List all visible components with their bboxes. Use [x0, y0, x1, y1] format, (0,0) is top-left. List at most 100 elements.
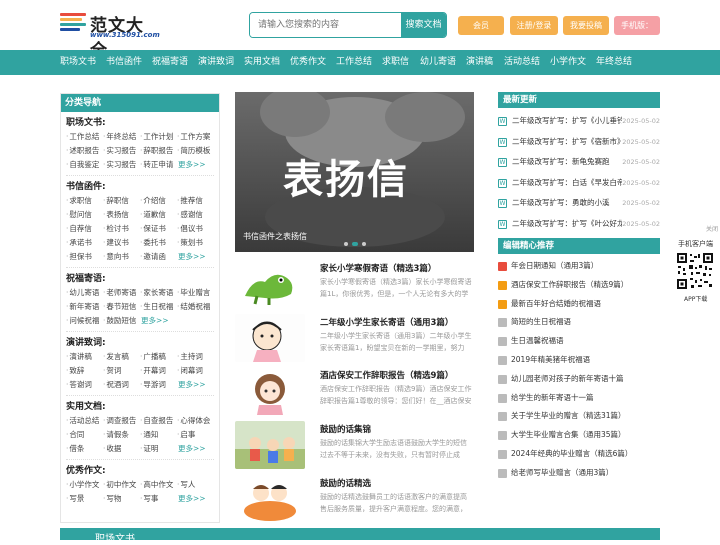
category-link[interactable]: 春节短信: [103, 300, 140, 314]
recommend-item[interactable]: 年会日期通知（通用3篇）: [498, 257, 660, 276]
nav-item[interactable]: 工作总结: [336, 50, 372, 75]
category-link[interactable]: 写物: [103, 492, 140, 506]
category-link[interactable]: 道歉信: [140, 208, 177, 222]
article-title[interactable]: 鼓励的话精选: [320, 477, 371, 489]
latest-item[interactable]: W 二年级改写扩写：新龟兔赛跑 2025-05-02: [498, 152, 660, 173]
category-link[interactable]: 自荐信: [66, 222, 103, 236]
article-item[interactable]: 酒店保安工作辞职报告（精选9篇） 酒店保安工作辞职报告（精选9篇）酒店保安工作辞职…: [235, 367, 474, 415]
recommend-item[interactable]: 给学生的新年寄语十一篇: [498, 389, 660, 408]
category-link[interactable]: 担保书: [66, 250, 103, 264]
recommend-item-title[interactable]: 2019年精美猪年祝福语: [511, 351, 590, 370]
nav-item[interactable]: 祝福寄语: [152, 50, 188, 75]
category-link[interactable]: 慰问信: [66, 208, 103, 222]
recommend-item[interactable]: 2024年经典的毕业赠言（精选6篇）: [498, 445, 660, 464]
more-link[interactable]: 更多>>: [177, 442, 214, 456]
category-link[interactable]: 发言稿: [103, 350, 140, 364]
article-thumbnail[interactable]: [235, 421, 305, 469]
latest-item-title[interactable]: 二年级改写扩写：扩写《小儿垂钓》: [512, 111, 622, 132]
more-link[interactable]: 更多>>: [177, 492, 214, 506]
category-link[interactable]: 委托书: [140, 236, 177, 250]
category-link[interactable]: 求职信: [66, 194, 103, 208]
category-link[interactable]: 闭幕词: [177, 364, 214, 378]
header-button-2[interactable]: 我要投稿: [563, 16, 609, 35]
category-link[interactable]: 意向书: [103, 250, 140, 264]
recommend-item-title[interactable]: 幼儿园老师对孩子的新年寄语十篇: [511, 370, 624, 389]
latest-item[interactable]: W 二年级改写扩写：勇敢的小溪 2025-05-02: [498, 193, 660, 214]
category-link[interactable]: 新年寄语: [66, 300, 103, 314]
more-link[interactable]: 更多>>: [177, 378, 214, 392]
category-link[interactable]: 表扬信: [103, 208, 140, 222]
recommend-item-title[interactable]: 给老师写毕业赠言（通用3篇）: [511, 464, 613, 483]
recommend-item-title[interactable]: 2024年经典的毕业赠言（精选6篇）: [511, 445, 632, 464]
category-link[interactable]: 调查报告: [103, 414, 140, 428]
category-link[interactable]: 贺词: [103, 364, 140, 378]
app-download-label[interactable]: APP下载: [684, 294, 707, 303]
article-title[interactable]: 鼓励的话集锦: [320, 423, 371, 435]
latest-item-title[interactable]: 二年级改写扩写：白话《早发白帝城》: [512, 173, 622, 194]
nav-item[interactable]: 实用文档: [244, 50, 280, 75]
qr-code-icon[interactable]: [676, 252, 714, 290]
category-link[interactable]: 建议书: [103, 236, 140, 250]
recommend-item[interactable]: 简短的生日祝福语: [498, 313, 660, 332]
category-link[interactable]: 心得体会: [177, 414, 214, 428]
category-link[interactable]: 写人: [177, 478, 214, 492]
category-link[interactable]: 初中作文: [103, 478, 140, 492]
recommend-item[interactable]: 幼儿园老师对孩子的新年寄语十篇: [498, 370, 660, 389]
category-link[interactable]: 转正申请: [140, 158, 177, 172]
category-link[interactable]: 祝酒词: [103, 378, 140, 392]
category-link[interactable]: 保证书: [140, 222, 177, 236]
recommend-item-title[interactable]: 酒店保安工作辞职报告（精选9篇）: [511, 276, 628, 295]
article-item[interactable]: 鼓励的话集锦 鼓励的话集锦大学生励志语语鼓励大学生的短信过去不等于未来，没有失败，…: [235, 421, 474, 469]
category-link[interactable]: 工作总结: [66, 130, 103, 144]
article-item[interactable]: 鼓励的话精选 鼓励的话精选鼓舞员工的话语激客户的满意提高售后服务质量，提升客户满意…: [235, 475, 474, 523]
category-link[interactable]: 收据: [103, 442, 140, 456]
recommend-item[interactable]: 关于学生毕业的赠言（精选31篇）: [498, 407, 660, 426]
category-link[interactable]: 倡议书: [177, 222, 214, 236]
latest-item[interactable]: W 二年级改写扩写：扩写《叶公好龙》 2025-05-02: [498, 214, 660, 235]
nav-item[interactable]: 优秀作文: [290, 50, 326, 75]
article-title[interactable]: 家长小学寒假寄语（精选3篇）: [320, 262, 436, 274]
category-link[interactable]: 写事: [140, 492, 177, 506]
carousel-dots[interactable]: [344, 242, 368, 246]
category-link[interactable]: 合同: [66, 428, 103, 442]
article-title[interactable]: 二年级小学生家长寄语（通用3篇）: [320, 316, 453, 328]
category-link[interactable]: 邀请函: [140, 250, 177, 264]
recommend-item-title[interactable]: 给学生的新年寄语十一篇: [511, 389, 594, 408]
category-link[interactable]: 家长寄语: [140, 286, 177, 300]
search-button[interactable]: 搜索文档: [401, 13, 446, 37]
nav-item[interactable]: 幼儿寄语: [420, 50, 456, 75]
category-link[interactable]: 实习报告: [103, 144, 140, 158]
category-link[interactable]: 年终总结: [103, 130, 140, 144]
recommend-item-title[interactable]: 大学生毕业赠言合集（通用35篇）: [511, 426, 626, 445]
nav-item[interactable]: 活动总结: [504, 50, 540, 75]
article-title[interactable]: 酒店保安工作辞职报告（精选9篇）: [320, 369, 453, 381]
recommend-item-title[interactable]: 关于学生毕业的赠言（精选31篇）: [511, 407, 626, 426]
more-link[interactable]: 更多>>: [140, 314, 177, 328]
category-link[interactable]: 演讲稿: [66, 350, 103, 364]
category-link[interactable]: 述职报告: [66, 144, 103, 158]
article-thumbnail[interactable]: [235, 475, 305, 523]
category-link[interactable]: 通知: [140, 428, 177, 442]
header-button-0[interactable]: 会员: [458, 16, 504, 35]
category-link[interactable]: 结婚祝福: [177, 300, 214, 314]
category-link[interactable]: 广播稿: [140, 350, 177, 364]
site-logo[interactable]: 范文大全 www.315091.com: [60, 11, 160, 61]
latest-item-title[interactable]: 二年级改写扩写：扩写《叶公好龙》: [512, 214, 622, 235]
category-link[interactable]: 请假条: [103, 428, 140, 442]
close-button[interactable]: 关闭: [706, 224, 718, 233]
more-link[interactable]: 更多>>: [177, 250, 214, 264]
recommend-item[interactable]: 大学生毕业赠言合集（通用35篇）: [498, 426, 660, 445]
category-link[interactable]: 证明: [140, 442, 177, 456]
search-input[interactable]: [250, 13, 402, 37]
category-link[interactable]: 老师寄语: [103, 286, 140, 300]
category-link[interactable]: 毕业赠言: [177, 286, 214, 300]
nav-item[interactable]: 年终总结: [596, 50, 632, 75]
more-link[interactable]: 更多>>: [177, 158, 214, 172]
article-thumbnail[interactable]: [235, 367, 305, 415]
latest-item[interactable]: W 二年级改写扩写：扩写《宿新市》 2025-05-02: [498, 132, 660, 153]
category-link[interactable]: 答谢词: [66, 378, 103, 392]
header-button-3[interactable]: 手机版：app: [614, 16, 660, 49]
category-link[interactable]: 策划书: [177, 236, 214, 250]
recommend-item[interactable]: 酒店保安工作辞职报告（精选9篇）: [498, 276, 660, 295]
category-link[interactable]: 活动总结: [66, 414, 103, 428]
